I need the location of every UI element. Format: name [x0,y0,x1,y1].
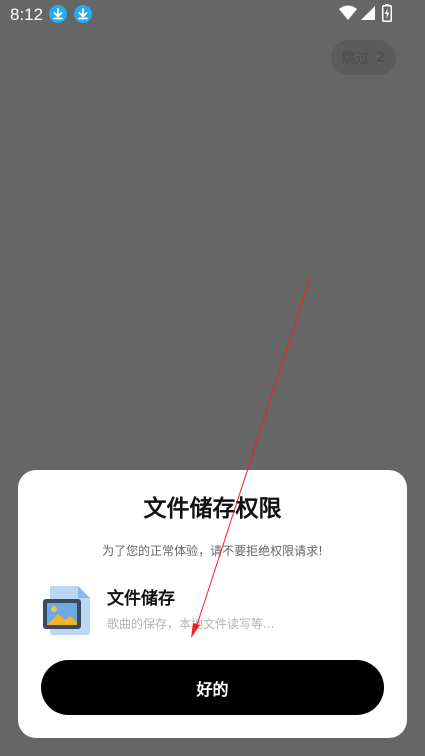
dialog-subtitle: 为了您的正常体验，请不要拒绝权限请求! [102,544,323,558]
wifi-icon [339,5,357,25]
ok-button[interactable]: 好的 [41,660,384,715]
download-icon [74,5,92,23]
image-file-icon [40,582,96,638]
permission-description: 歌曲的保存，本地文件读写等... [107,617,275,631]
skip-countdown: 2 [375,49,386,66]
signal-icon [361,5,376,25]
status-time: 8:12 [10,5,44,24]
status-bar: 8:12 [0,0,425,30]
skip-button[interactable]: 跳过 2 [331,40,396,75]
permission-title: 文件储存 [107,589,175,609]
skip-label: 跳过 [341,50,370,67]
download-icon [49,5,67,23]
battery-icon [382,4,392,26]
permission-item-storage: 文件储存 歌曲的保存，本地文件读写等... [40,582,385,638]
dialog-title: 文件储存权限 [143,496,282,522]
permission-dialog: 文件储存权限 为了您的正常体验，请不要拒绝权限请求! 文件储存 歌曲的保存，本地… [18,470,407,738]
